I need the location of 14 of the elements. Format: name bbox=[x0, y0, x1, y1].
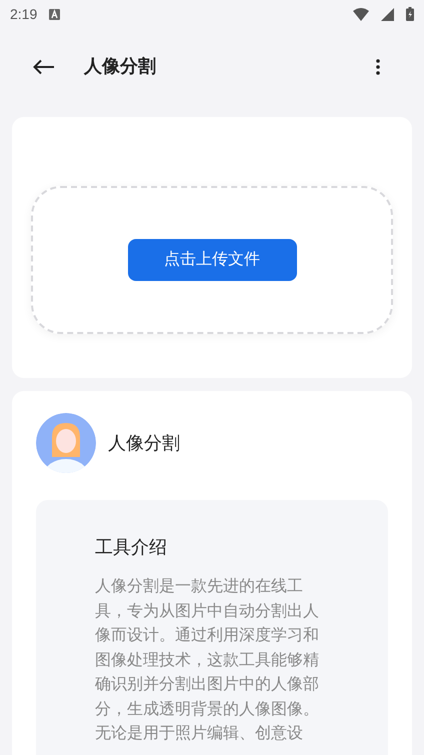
intro-text: 人像分割是一款先进的在线工具，专为从图片中自动分割出人像而设计。通过利用深度学习和图像处理技术，这款工具能够精确识别并分割出图片中的人像部分，生成透明背景的人像图像。无论是用于照片编辑、创意设 bbox=[95, 576, 320, 744]
status-time: 2:19 bbox=[10, 4, 38, 24]
battery-icon bbox=[406, 7, 414, 21]
upload-button[interactable]: 点击上传文件 bbox=[128, 239, 296, 281]
wifi-icon bbox=[353, 8, 369, 20]
screen-title: 人像分割 bbox=[84, 55, 156, 78]
back-arrow-icon bbox=[33, 58, 55, 74]
tool-name: 人像分割 bbox=[108, 432, 180, 454]
signal-icon bbox=[381, 8, 394, 20]
upload-drop-zone[interactable]: 点击上传文件 bbox=[31, 186, 393, 334]
intro-title: 工具介绍 bbox=[95, 536, 167, 559]
avatar-icon bbox=[36, 413, 96, 473]
menu-icon bbox=[376, 58, 380, 74]
keyboard-icon bbox=[49, 8, 60, 20]
